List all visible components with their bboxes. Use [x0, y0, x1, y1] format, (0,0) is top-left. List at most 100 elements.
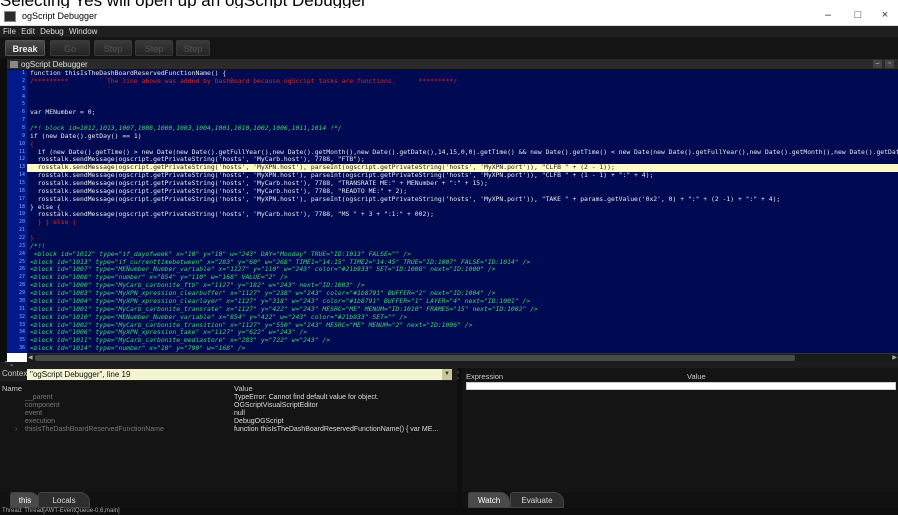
- line-number[interactable]: 10: [7, 141, 27, 149]
- line-number[interactable]: 22: [7, 235, 27, 243]
- line-number[interactable]: 23: [7, 243, 27, 251]
- value-column-header[interactable]: Value: [234, 385, 253, 393]
- variable-name: component: [25, 402, 60, 409]
- line-number[interactable]: 20: [7, 219, 27, 227]
- expression-column-header[interactable]: Expression: [466, 373, 503, 381]
- menu-debug[interactable]: Debug: [40, 26, 64, 37]
- line-number[interactable]: 30: [7, 298, 27, 306]
- collapse-arrows-icon[interactable]: ⌃⌄: [3, 360, 15, 368]
- line-number-gutter[interactable]: 1 2 3 4 5 6 7 8 9 10 11 12 13 14 15 16 17 18 19 20 21 22 23 24 2…: [7, 70, 27, 353]
- expression-input-row[interactable]: [466, 382, 896, 390]
- line-number[interactable]: 19: [7, 211, 27, 219]
- code-line[interactable]: if (new Date().getDay() == 1): [27, 132, 898, 141]
- variable-row[interactable]: › thisIsTheDashBoardReservedFunctionName f…: [0, 426, 457, 434]
- line-number[interactable]: 11: [7, 149, 27, 157]
- line-number[interactable]: 25: [7, 259, 27, 267]
- tab-locals[interactable]: Locals: [38, 492, 90, 508]
- variable-row[interactable]: __parent TypeError: Cannot find default v…: [0, 394, 457, 402]
- panel-title: ogScript Debugger: [21, 60, 88, 69]
- line-number[interactable]: 4: [7, 94, 27, 102]
- line-number[interactable]: 9: [7, 133, 27, 141]
- menu-window[interactable]: Window: [69, 26, 97, 37]
- window-titlebar: ogScript Debugger – □ ×: [0, 8, 898, 26]
- line-number[interactable]: 14: [7, 172, 27, 180]
- step-into-button[interactable]: Step Into: [94, 40, 132, 70]
- code-line[interactable]: [27, 94, 898, 102]
- line-number[interactable]: 18: [7, 204, 27, 212]
- line-number[interactable]: 24: [7, 251, 27, 259]
- variable-row[interactable]: event null: [0, 410, 457, 418]
- variables-header: Name Value: [0, 385, 457, 393]
- code-line[interactable]: rosstalk.sendMessage(ogscript.getPrivate…: [27, 195, 898, 204]
- code-line[interactable]: }: [27, 234, 898, 243]
- name-column-header[interactable]: Name: [2, 385, 22, 393]
- variable-row[interactable]: component OGScriptVisualScriptEditor: [0, 402, 457, 410]
- scrollbar-thumb[interactable]: [35, 355, 795, 361]
- line-number[interactable]: 12: [7, 156, 27, 164]
- line-number[interactable]: 8: [7, 125, 27, 133]
- line-number[interactable]: 15: [7, 180, 27, 188]
- expand-arrow-icon[interactable]: ›: [15, 426, 17, 434]
- line-number[interactable]: 2: [7, 78, 27, 86]
- line-number[interactable]: 6: [7, 109, 27, 117]
- line-number[interactable]: 36: [7, 345, 27, 353]
- watch-value-column-header[interactable]: Value: [687, 373, 706, 381]
- variable-name: thisIsTheDashBoardReservedFunctionName: [25, 426, 164, 433]
- context-label: Context: [2, 369, 30, 378]
- variable-name: execution: [25, 418, 55, 425]
- line-number[interactable]: 3: [7, 86, 27, 94]
- tab-this[interactable]: this: [10, 492, 40, 508]
- go-button[interactable]: Go: [50, 40, 90, 56]
- chevron-down-icon[interactable]: ▼: [442, 369, 452, 380]
- code-line[interactable]: <block id="1014" type="number" x="10" y=…: [27, 344, 898, 353]
- line-number[interactable]: 35: [7, 337, 27, 345]
- splitter-arrows-icon[interactable]: ‹ ›: [457, 370, 459, 382]
- line-number[interactable]: 1: [7, 70, 27, 78]
- tab-watch[interactable]: Watch: [468, 492, 510, 508]
- line-number[interactable]: 17: [7, 196, 27, 204]
- editor-horizontal-scrollbar[interactable]: ◀ ▶: [27, 353, 898, 362]
- line-number[interactable]: 16: [7, 188, 27, 196]
- code-line[interactable]: [27, 101, 898, 109]
- close-button[interactable]: ×: [875, 9, 895, 21]
- line-number[interactable]: 28: [7, 282, 27, 290]
- menu-edit[interactable]: Edit: [21, 26, 35, 37]
- line-number[interactable]: 21: [7, 227, 27, 235]
- code-line[interactable]: [27, 86, 898, 94]
- code-line[interactable]: [27, 227, 898, 235]
- line-number[interactable]: 5: [7, 101, 27, 109]
- tab-evaluate[interactable]: Evaluate: [510, 492, 564, 508]
- context-select[interactable]: "ogScript Debugger", line 19 ▼: [27, 369, 452, 380]
- scroll-right-icon[interactable]: ▶: [892, 354, 897, 362]
- context-row: Context "ogScript Debugger", line 19 ▼: [0, 368, 457, 381]
- line-number[interactable]: 31: [7, 306, 27, 314]
- scroll-left-icon[interactable]: ◀: [28, 354, 33, 362]
- code-line[interactable]: rosstalk.sendMessage(ogscript.getPrivate…: [27, 211, 898, 219]
- right-tab-strip: Watch Evaluate: [462, 492, 898, 508]
- menu-file[interactable]: File: [3, 26, 16, 37]
- step-over-button[interactable]: Step Over: [135, 40, 173, 70]
- code-line[interactable]: /********* The line above was added by D…: [27, 77, 898, 86]
- line-number[interactable]: 7: [7, 117, 27, 125]
- variable-name: __parent: [25, 394, 53, 401]
- line-number[interactable]: 27: [7, 274, 27, 282]
- line-number[interactable]: 34: [7, 329, 27, 337]
- variable-value: null: [234, 410, 245, 417]
- code-line[interactable]: } } else {: [27, 218, 898, 227]
- line-number[interactable]: 29: [7, 290, 27, 298]
- line-number[interactable]: 13: [7, 164, 27, 172]
- line-number[interactable]: 26: [7, 266, 27, 274]
- step-out-button[interactable]: Step Out: [176, 40, 210, 70]
- minimize-button[interactable]: –: [818, 9, 838, 21]
- maximize-button[interactable]: □: [848, 9, 868, 21]
- code-editor[interactable]: function thisIsTheDashBoardReservedFunct…: [27, 70, 898, 353]
- code-line[interactable]: var MENumber = 0;: [27, 108, 898, 117]
- panel-restore-button[interactable]: ▫: [885, 60, 894, 68]
- panel-minimize-button[interactable]: –: [873, 60, 882, 68]
- line-number[interactable]: 32: [7, 314, 27, 322]
- code-line[interactable]: /*! block id=1012,1013,1007,1008,1000,10…: [27, 124, 898, 133]
- break-button[interactable]: Break: [5, 40, 45, 56]
- line-number[interactable]: 33: [7, 322, 27, 330]
- context-value: "ogScript Debugger", line 19: [30, 370, 131, 379]
- variable-row[interactable]: execution DebugOGScript: [0, 418, 457, 426]
